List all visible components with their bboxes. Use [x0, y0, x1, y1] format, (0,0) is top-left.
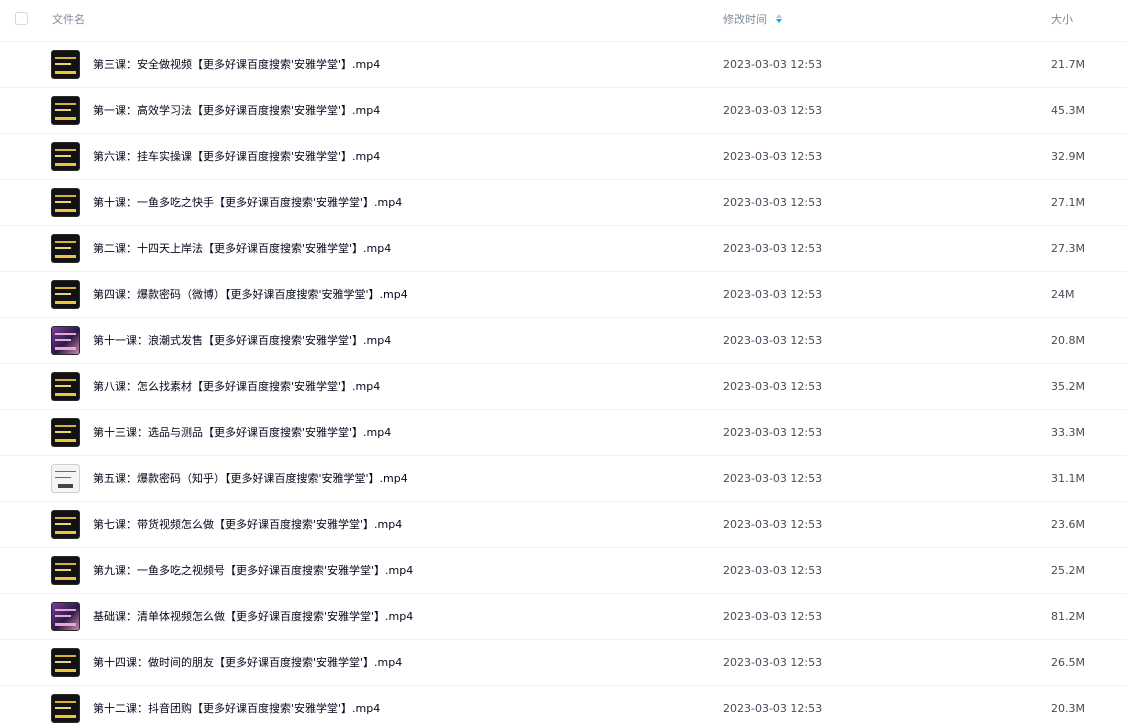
file-modified-time: 2023-03-03 12:53: [723, 150, 823, 163]
file-modified-time: 2023-03-03 12:53: [723, 380, 823, 393]
file-size: 20.8M: [1051, 334, 1085, 347]
sort-arrows-icon[interactable]: [776, 14, 783, 24]
file-row[interactable]: 第五课：爆款密码（知乎）【更多好课百度搜索'安雅学堂'】.mp4 2023-03-…: [0, 456, 1127, 502]
video-thumbnail-icon[interactable]: [51, 96, 80, 125]
file-name[interactable]: 第三课：安全做视频【更多好课百度搜索'安雅学堂'】.mp4: [93, 57, 380, 72]
file-size: 45.3M: [1051, 104, 1085, 117]
column-header-size[interactable]: 大小: [1051, 13, 1073, 27]
file-name[interactable]: 第十四课：做时间的朋友【更多好课百度搜索'安雅学堂'】.mp4: [93, 655, 402, 670]
file-name[interactable]: 第十课：一鱼多吃之快手【更多好课百度搜索'安雅学堂'】.mp4: [93, 195, 402, 210]
video-thumbnail-icon[interactable]: [51, 418, 80, 447]
file-name[interactable]: 基础课：清单体视频怎么做【更多好课百度搜索'安雅学堂'】.mp4: [93, 609, 413, 624]
file-modified-time: 2023-03-03 12:53: [723, 518, 823, 531]
file-modified-time: 2023-03-03 12:53: [723, 104, 823, 117]
file-modified-time: 2023-03-03 12:53: [723, 196, 823, 209]
file-modified-time: 2023-03-03 12:53: [723, 656, 823, 669]
file-size: 32.9M: [1051, 150, 1085, 163]
video-thumbnail-icon[interactable]: [51, 326, 80, 355]
file-row[interactable]: 第七课：带货视频怎么做【更多好课百度搜索'安雅学堂'】.mp4 2023-03-0…: [0, 502, 1127, 548]
video-thumbnail-icon[interactable]: [51, 372, 80, 401]
file-list-header: 文件名 修改时间 大小: [0, 0, 1127, 42]
video-thumbnail-icon[interactable]: [51, 510, 80, 539]
file-size: 21.7M: [1051, 58, 1085, 71]
video-thumbnail-icon[interactable]: [51, 464, 80, 493]
file-row[interactable]: 基础课：清单体视频怎么做【更多好课百度搜索'安雅学堂'】.mp4 2023-03-…: [0, 594, 1127, 640]
file-list: 文件名 修改时间 大小 第三课：安全做视频【更多好课百度搜索'安雅学堂'】.mp…: [0, 0, 1127, 726]
file-modified-time: 2023-03-03 12:53: [723, 702, 823, 715]
file-name[interactable]: 第五课：爆款密码（知乎）【更多好课百度搜索'安雅学堂'】.mp4: [93, 471, 408, 486]
video-thumbnail-icon[interactable]: [51, 648, 80, 677]
file-size: 35.2M: [1051, 380, 1085, 393]
file-row[interactable]: 第一课：高效学习法【更多好课百度搜索'安雅学堂'】.mp4 2023-03-03 …: [0, 88, 1127, 134]
file-name[interactable]: 第九课：一鱼多吃之视频号【更多好课百度搜索'安雅学堂'】.mp4: [93, 563, 413, 578]
file-modified-time: 2023-03-03 12:53: [723, 426, 823, 439]
video-thumbnail-icon[interactable]: [51, 556, 80, 585]
video-thumbnail-icon[interactable]: [51, 188, 80, 217]
file-name[interactable]: 第四课：爆款密码（微博）【更多好课百度搜索'安雅学堂'】.mp4: [93, 287, 408, 302]
file-name[interactable]: 第十二课：抖音团购【更多好课百度搜索'安雅学堂'】.mp4: [93, 701, 380, 716]
file-size: 31.1M: [1051, 472, 1085, 485]
file-row[interactable]: 第九课：一鱼多吃之视频号【更多好课百度搜索'安雅学堂'】.mp4 2023-03-…: [0, 548, 1127, 594]
file-size: 23.6M: [1051, 518, 1085, 531]
file-rows: 第三课：安全做视频【更多好课百度搜索'安雅学堂'】.mp4 2023-03-03 …: [0, 42, 1127, 726]
file-name[interactable]: 第六课：挂车实操课【更多好课百度搜索'安雅学堂'】.mp4: [93, 149, 380, 164]
video-thumbnail-icon[interactable]: [51, 280, 80, 309]
file-name[interactable]: 第八课：怎么找素材【更多好课百度搜索'安雅学堂'】.mp4: [93, 379, 380, 394]
file-row[interactable]: 第十二课：抖音团购【更多好课百度搜索'安雅学堂'】.mp4 2023-03-03 …: [0, 686, 1127, 726]
column-header-name[interactable]: 文件名: [52, 13, 85, 27]
file-size: 27.3M: [1051, 242, 1085, 255]
file-name[interactable]: 第十一课：浪潮式发售【更多好课百度搜索'安雅学堂'】.mp4: [93, 333, 391, 348]
video-thumbnail-icon[interactable]: [51, 234, 80, 263]
file-row[interactable]: 第八课：怎么找素材【更多好课百度搜索'安雅学堂'】.mp4 2023-03-03 …: [0, 364, 1127, 410]
column-header-time[interactable]: 修改时间: [723, 13, 783, 27]
file-size: 33.3M: [1051, 426, 1085, 439]
file-modified-time: 2023-03-03 12:53: [723, 58, 823, 71]
file-row[interactable]: 第十课：一鱼多吃之快手【更多好课百度搜索'安雅学堂'】.mp4 2023-03-0…: [0, 180, 1127, 226]
video-thumbnail-icon[interactable]: [51, 694, 80, 723]
file-modified-time: 2023-03-03 12:53: [723, 564, 823, 577]
file-modified-time: 2023-03-03 12:53: [723, 610, 823, 623]
file-modified-time: 2023-03-03 12:53: [723, 242, 823, 255]
file-size: 81.2M: [1051, 610, 1085, 623]
file-row[interactable]: 第二课：十四天上岸法【更多好课百度搜索'安雅学堂'】.mp4 2023-03-03…: [0, 226, 1127, 272]
file-row[interactable]: 第六课：挂车实操课【更多好课百度搜索'安雅学堂'】.mp4 2023-03-03 …: [0, 134, 1127, 180]
video-thumbnail-icon[interactable]: [51, 602, 80, 631]
file-modified-time: 2023-03-03 12:53: [723, 334, 823, 347]
file-name[interactable]: 第十三课：选品与测品【更多好课百度搜索'安雅学堂'】.mp4: [93, 425, 391, 440]
file-size: 25.2M: [1051, 564, 1085, 577]
file-size: 20.3M: [1051, 702, 1085, 715]
file-size: 26.5M: [1051, 656, 1085, 669]
file-row[interactable]: 第十四课：做时间的朋友【更多好课百度搜索'安雅学堂'】.mp4 2023-03-0…: [0, 640, 1127, 686]
file-row[interactable]: 第三课：安全做视频【更多好课百度搜索'安雅学堂'】.mp4 2023-03-03 …: [0, 42, 1127, 88]
file-size: 27.1M: [1051, 196, 1085, 209]
file-modified-time: 2023-03-03 12:53: [723, 288, 823, 301]
file-name[interactable]: 第一课：高效学习法【更多好课百度搜索'安雅学堂'】.mp4: [93, 103, 380, 118]
select-all-checkbox[interactable]: [15, 12, 28, 25]
video-thumbnail-icon[interactable]: [51, 50, 80, 79]
column-header-time-label: 修改时间: [723, 13, 767, 26]
file-row[interactable]: 第十三课：选品与测品【更多好课百度搜索'安雅学堂'】.mp4 2023-03-03…: [0, 410, 1127, 456]
video-thumbnail-icon[interactable]: [51, 142, 80, 171]
file-row[interactable]: 第四课：爆款密码（微博）【更多好课百度搜索'安雅学堂'】.mp4 2023-03-…: [0, 272, 1127, 318]
file-name[interactable]: 第二课：十四天上岸法【更多好课百度搜索'安雅学堂'】.mp4: [93, 241, 391, 256]
file-name[interactable]: 第七课：带货视频怎么做【更多好课百度搜索'安雅学堂'】.mp4: [93, 517, 402, 532]
file-row[interactable]: 第十一课：浪潮式发售【更多好课百度搜索'安雅学堂'】.mp4 2023-03-03…: [0, 318, 1127, 364]
file-modified-time: 2023-03-03 12:53: [723, 472, 823, 485]
file-size: 24M: [1051, 288, 1075, 301]
